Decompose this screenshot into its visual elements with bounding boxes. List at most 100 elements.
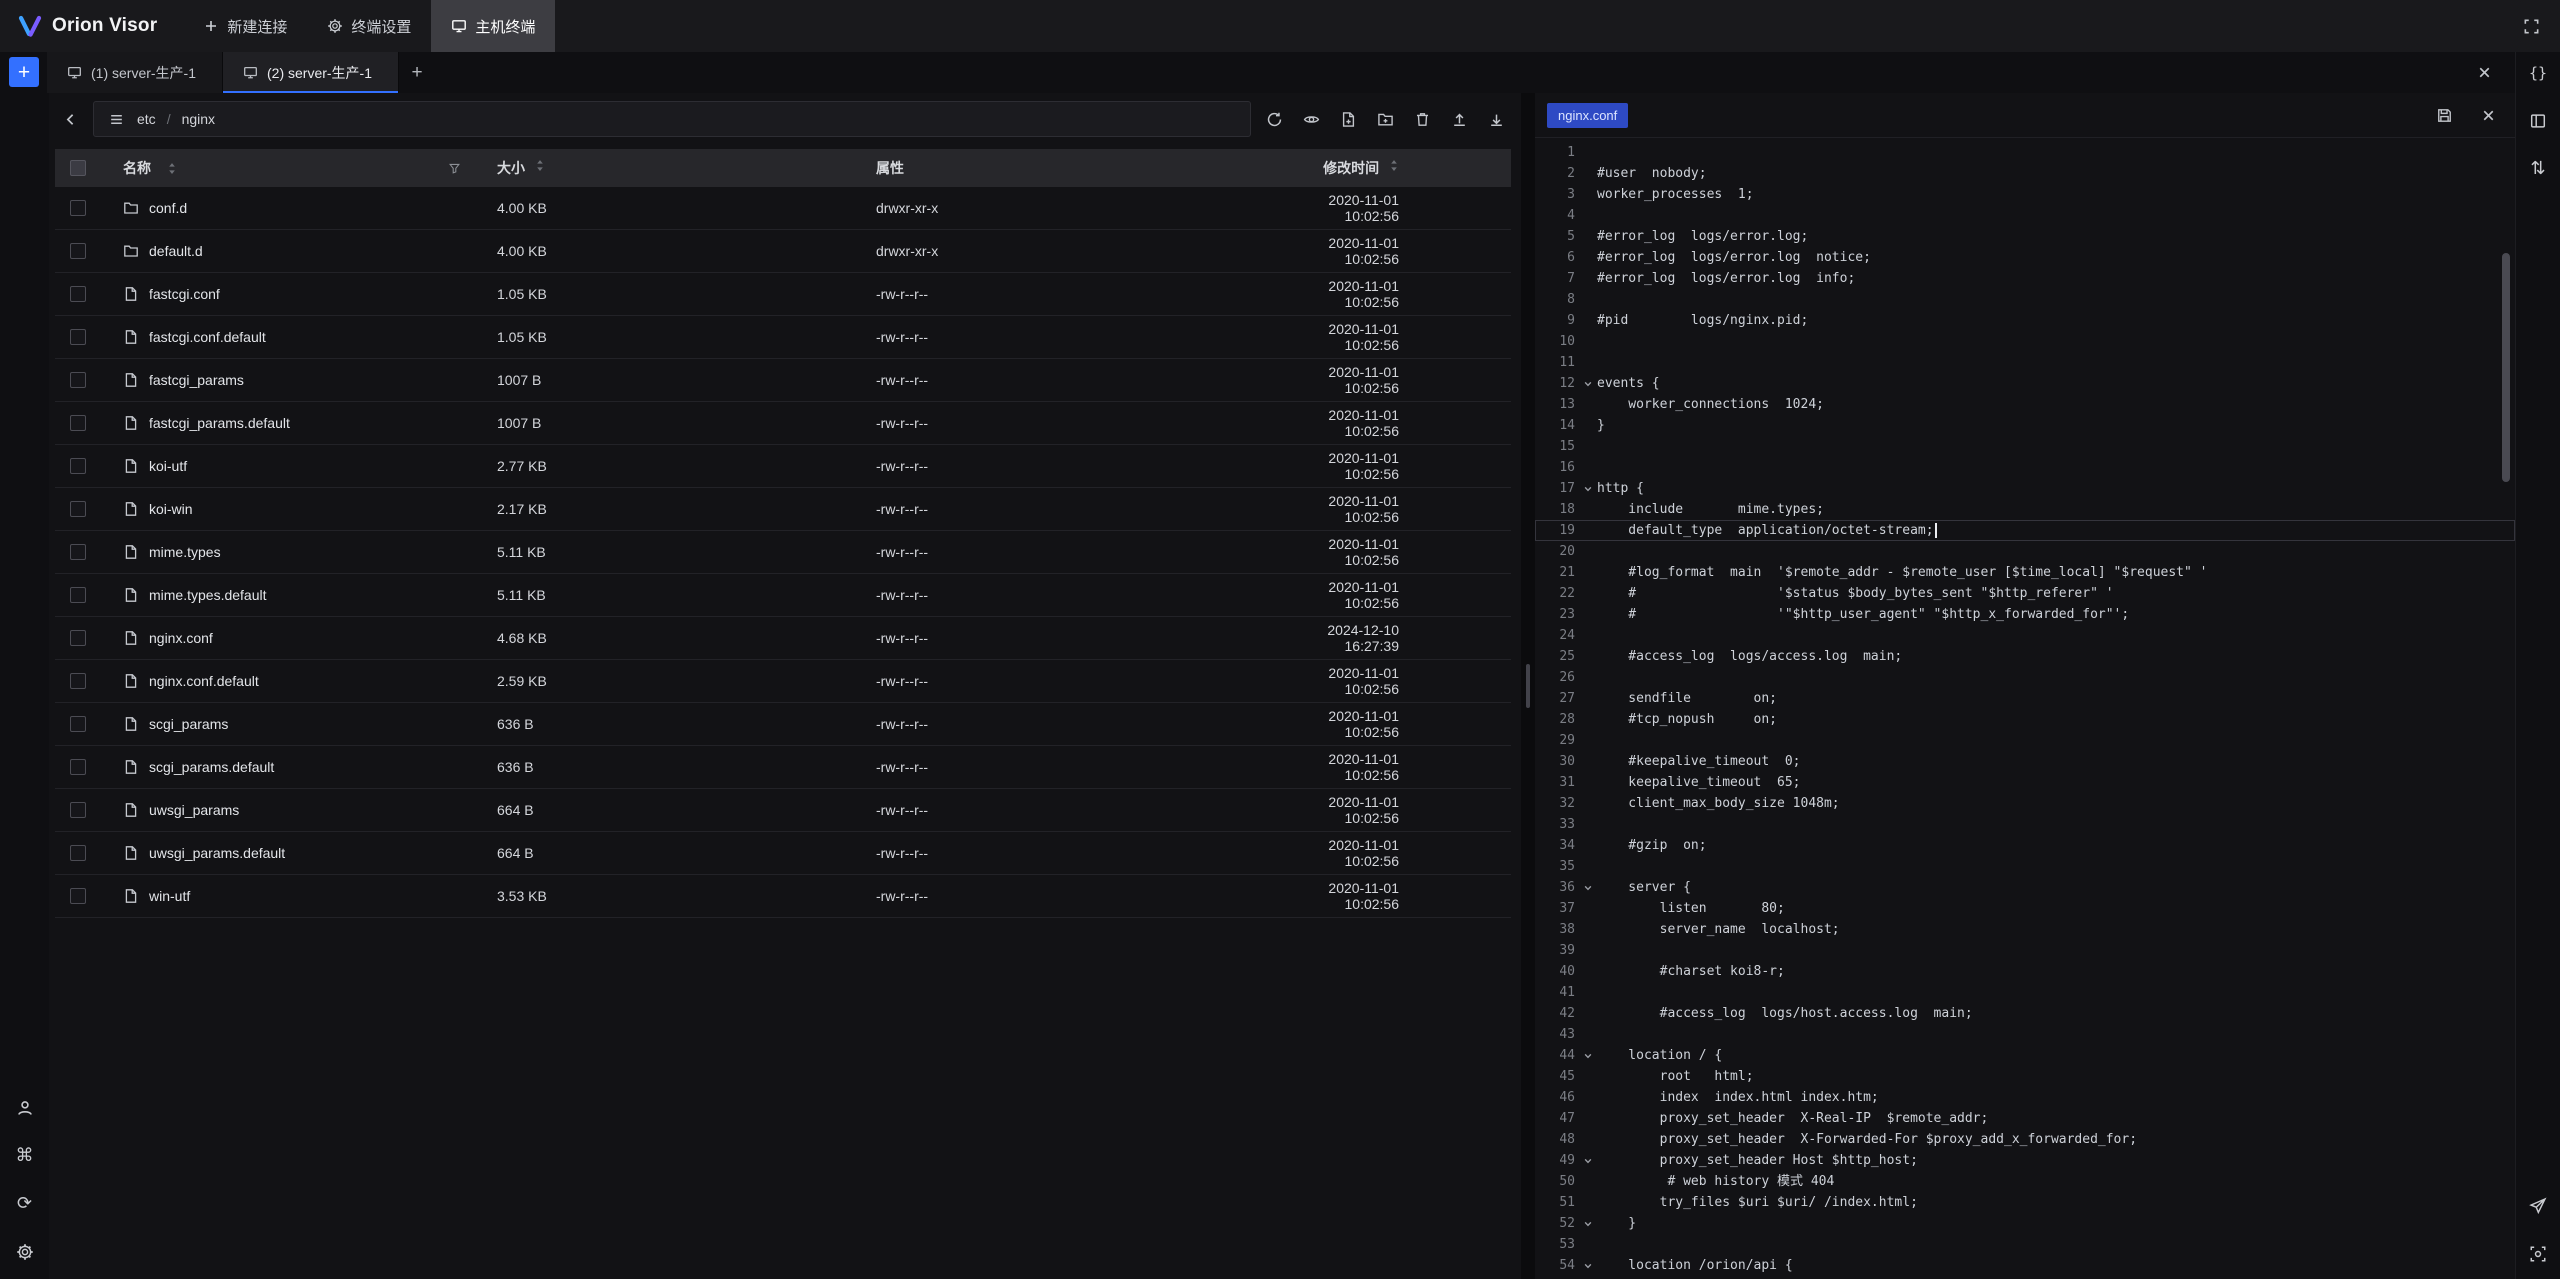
new-folder-icon[interactable] bbox=[1370, 104, 1400, 134]
editor-line[interactable]: 31 keepalive_timeout 65; bbox=[1535, 772, 2515, 793]
fold-chevron-icon[interactable] bbox=[1579, 1050, 1597, 1062]
file-row[interactable]: nginx.conf4.68 KB-rw-r--r--2024-12-10 16… bbox=[55, 617, 1511, 660]
file-name[interactable]: scgi_params bbox=[149, 716, 228, 732]
file-name[interactable]: scgi_params.default bbox=[149, 759, 274, 775]
new-connection-button[interactable]: + bbox=[9, 57, 39, 87]
refresh-icon[interactable] bbox=[1259, 104, 1289, 134]
editor-line[interactable]: 10 bbox=[1535, 331, 2515, 352]
download-icon[interactable] bbox=[1481, 104, 1511, 134]
row-checkbox[interactable] bbox=[70, 759, 86, 775]
breadcrumb-segment[interactable]: etc bbox=[137, 111, 156, 127]
sync-icon[interactable]: ⟳ bbox=[10, 1189, 40, 1219]
row-checkbox[interactable] bbox=[70, 544, 86, 560]
editor-line[interactable]: 5#error_log logs/error.log; bbox=[1535, 226, 2515, 247]
editor-line[interactable]: 33 bbox=[1535, 814, 2515, 835]
delete-icon[interactable] bbox=[1407, 104, 1437, 134]
sort-modified-icon[interactable] bbox=[1389, 158, 1399, 173]
file-row[interactable]: win-utf3.53 KB-rw-r--r--2020-11-01 10:02… bbox=[55, 875, 1511, 918]
save-icon[interactable] bbox=[2429, 100, 2459, 130]
editor-line[interactable]: 14} bbox=[1535, 415, 2515, 436]
breadcrumb[interactable]: etc / nginx bbox=[93, 101, 1251, 137]
editor-line[interactable]: 38 server_name localhost; bbox=[1535, 919, 2515, 940]
code-editor[interactable]: 12#user nobody;3worker_processes 1;45#er… bbox=[1535, 138, 2515, 1279]
row-checkbox[interactable] bbox=[70, 802, 86, 818]
editor-line[interactable]: 51 try_files $uri $uri/ /index.html; bbox=[1535, 1192, 2515, 1213]
fold-chevron-icon[interactable] bbox=[1579, 1260, 1597, 1272]
editor-line[interactable]: 4 bbox=[1535, 205, 2515, 226]
row-checkbox[interactable] bbox=[70, 673, 86, 689]
breadcrumb-segment[interactable]: nginx bbox=[182, 111, 215, 127]
editor-line[interactable]: 46 index index.html index.htm; bbox=[1535, 1087, 2515, 1108]
panel-layout-icon[interactable] bbox=[2523, 106, 2553, 136]
editor-line[interactable]: 53 bbox=[1535, 1234, 2515, 1255]
menu-item-host-terminal[interactable]: 主机终端 bbox=[431, 0, 555, 52]
close-panel-icon[interactable] bbox=[2469, 58, 2499, 88]
panel-splitter[interactable] bbox=[1521, 93, 1535, 1279]
braces-icon[interactable]: {} bbox=[2523, 58, 2553, 88]
editor-line[interactable]: 50 # web history 模式 404 bbox=[1535, 1171, 2515, 1192]
close-editor-icon[interactable] bbox=[2473, 100, 2503, 130]
row-checkbox[interactable] bbox=[70, 329, 86, 345]
file-name[interactable]: mime.types bbox=[149, 544, 221, 560]
row-checkbox[interactable] bbox=[70, 716, 86, 732]
new-file-icon[interactable] bbox=[1333, 104, 1363, 134]
editor-line[interactable]: 39 bbox=[1535, 940, 2515, 961]
file-row[interactable]: scgi_params636 B-rw-r--r--2020-11-01 10:… bbox=[55, 703, 1511, 746]
select-all-checkbox[interactable] bbox=[70, 160, 86, 176]
back-icon[interactable] bbox=[55, 104, 85, 134]
splitter-handle[interactable] bbox=[1526, 664, 1530, 708]
editor-line[interactable]: 30 #keepalive_timeout 0; bbox=[1535, 751, 2515, 772]
editor-line[interactable]: 41 bbox=[1535, 982, 2515, 1003]
editor-line[interactable]: 44 location / { bbox=[1535, 1045, 2515, 1066]
terminal-tab[interactable]: (2) server-生产-1 bbox=[223, 52, 399, 93]
file-row[interactable]: fastcgi.conf1.05 KB-rw-r--r--2020-11-01 … bbox=[55, 273, 1511, 316]
editor-line[interactable]: 54 location /orion/api { bbox=[1535, 1255, 2515, 1276]
editor-line[interactable]: 25 #access_log logs/access.log main; bbox=[1535, 646, 2515, 667]
file-row[interactable]: nginx.conf.default2.59 KB-rw-r--r--2020-… bbox=[55, 660, 1511, 703]
row-checkbox[interactable] bbox=[70, 888, 86, 904]
file-row[interactable]: conf.d4.00 KBdrwxr-xr-x2020-11-01 10:02:… bbox=[55, 187, 1511, 230]
user-icon[interactable] bbox=[10, 1093, 40, 1123]
editor-line[interactable]: 15 bbox=[1535, 436, 2515, 457]
send-icon[interactable] bbox=[2523, 1191, 2553, 1221]
column-size-label[interactable]: 大小 bbox=[497, 160, 525, 176]
fullscreen-icon[interactable] bbox=[2516, 11, 2546, 41]
file-row[interactable]: koi-win2.17 KB-rw-r--r--2020-11-01 10:02… bbox=[55, 488, 1511, 531]
settings-gear-icon[interactable] bbox=[10, 1237, 40, 1267]
editor-scrollbar-thumb[interactable] bbox=[2502, 253, 2510, 482]
editor-line[interactable]: 36 server { bbox=[1535, 877, 2515, 898]
fold-chevron-icon[interactable] bbox=[1579, 882, 1597, 894]
editor-line[interactable]: 32 client_max_body_size 1048m; bbox=[1535, 793, 2515, 814]
editor-line[interactable]: 29 bbox=[1535, 730, 2515, 751]
editor-line[interactable]: 1 bbox=[1535, 142, 2515, 163]
fold-chevron-icon[interactable] bbox=[1579, 378, 1597, 390]
row-checkbox[interactable] bbox=[70, 845, 86, 861]
file-name[interactable]: uwsgi_params.default bbox=[149, 845, 285, 861]
editor-line[interactable]: 3worker_processes 1; bbox=[1535, 184, 2515, 205]
file-name[interactable]: fastcgi_params bbox=[149, 372, 244, 388]
editor-line[interactable]: 28 #tcp_nopush on; bbox=[1535, 709, 2515, 730]
file-row[interactable]: fastcgi.conf.default1.05 KB-rw-r--r--202… bbox=[55, 316, 1511, 359]
file-row[interactable]: fastcgi_params1007 B-rw-r--r--2020-11-01… bbox=[55, 359, 1511, 402]
editor-line[interactable]: 49 proxy_set_header Host $http_host; bbox=[1535, 1150, 2515, 1171]
editor-line[interactable]: 40 #charset koi8-r; bbox=[1535, 961, 2515, 982]
editor-line[interactable]: 24 bbox=[1535, 625, 2515, 646]
editor-line[interactable]: 21 #log_format main '$remote_addr - $rem… bbox=[1535, 562, 2515, 583]
editor-line[interactable]: 52 } bbox=[1535, 1213, 2515, 1234]
editor-line[interactable]: 2#user nobody; bbox=[1535, 163, 2515, 184]
row-checkbox[interactable] bbox=[70, 458, 86, 474]
filter-icon[interactable] bbox=[448, 162, 461, 175]
file-row[interactable]: mime.types.default5.11 KB-rw-r--r--2020-… bbox=[55, 574, 1511, 617]
editor-line[interactable]: 8 bbox=[1535, 289, 2515, 310]
fold-chevron-icon[interactable] bbox=[1579, 1155, 1597, 1167]
row-checkbox[interactable] bbox=[70, 286, 86, 302]
file-row[interactable]: mime.types5.11 KB-rw-r--r--2020-11-01 10… bbox=[55, 531, 1511, 574]
file-row[interactable]: scgi_params.default636 B-rw-r--r--2020-1… bbox=[55, 746, 1511, 789]
file-name[interactable]: fastcgi.conf bbox=[149, 286, 220, 302]
terminal-tab[interactable]: (1) server-生产-1 bbox=[47, 52, 223, 93]
file-row[interactable]: fastcgi_params.default1007 B-rw-r--r--20… bbox=[55, 402, 1511, 445]
editor-line[interactable]: 45 root html; bbox=[1535, 1066, 2515, 1087]
file-name[interactable]: fastcgi_params.default bbox=[149, 415, 290, 431]
command-icon[interactable]: ⌘ bbox=[10, 1141, 40, 1171]
file-name[interactable]: nginx.conf.default bbox=[149, 673, 259, 689]
